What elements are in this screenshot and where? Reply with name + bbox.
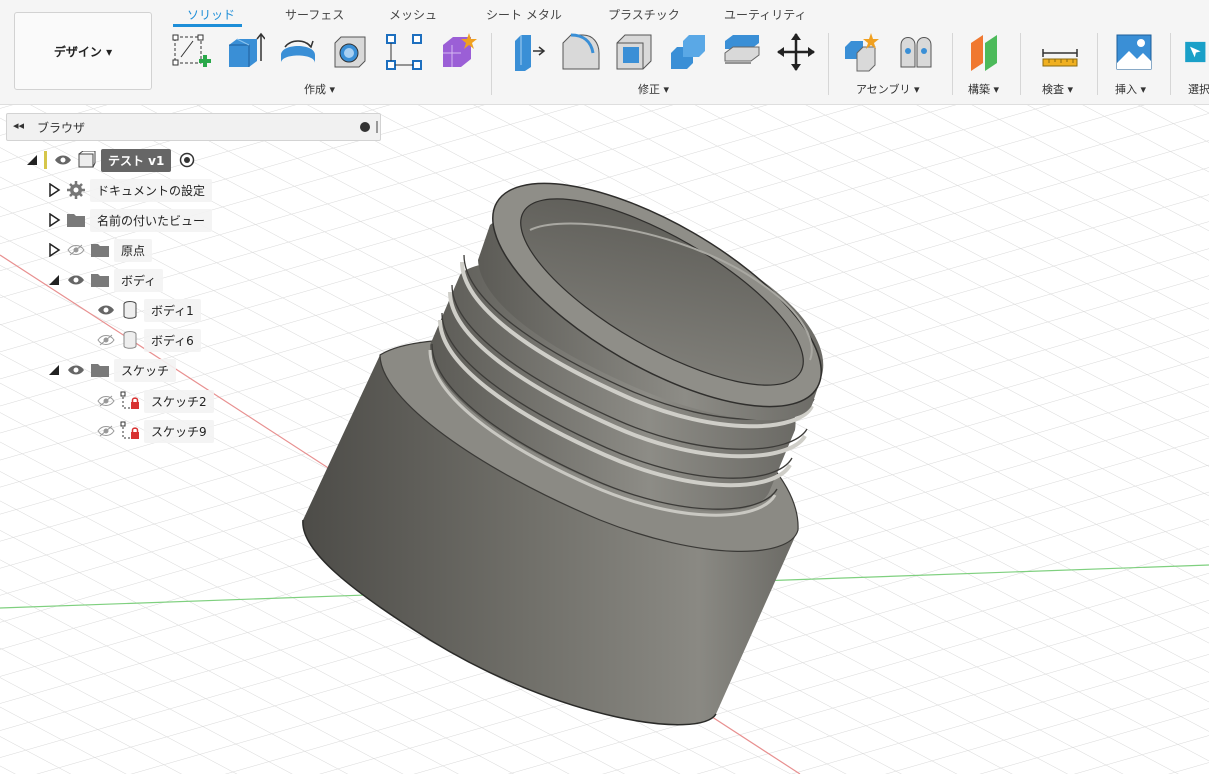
divider <box>1170 33 1171 95</box>
combine-icon[interactable] <box>666 30 710 74</box>
tree-item-sketches[interactable]: スケッチ <box>46 358 177 382</box>
expand-triangle-icon[interactable] <box>46 242 62 258</box>
divider <box>828 33 829 95</box>
panel-options-icon[interactable] <box>360 122 370 132</box>
visibility-hidden-icon[interactable] <box>96 330 116 350</box>
tree-item-label: ボディ6 <box>144 328 201 352</box>
tree-item-origin[interactable]: 原点 <box>46 238 153 262</box>
tree-item-label: ボディ1 <box>144 298 201 322</box>
divider <box>952 33 953 95</box>
press-pull-icon[interactable] <box>506 30 550 74</box>
tree-item-body1[interactable]: ボディ1 <box>96 298 201 322</box>
tab-mesh[interactable]: メッシュ <box>389 6 437 23</box>
insert-image-icon[interactable] <box>1112 30 1156 74</box>
visibility-hidden-icon[interactable] <box>96 421 116 441</box>
create-menu[interactable]: 作成 ▾ <box>304 81 335 97</box>
sketch-locked-icon <box>120 391 140 411</box>
folder-icon <box>90 270 110 290</box>
construct-menu[interactable]: 構築 ▾ <box>968 81 999 97</box>
tree-item-body6[interactable]: ボディ6 <box>96 328 201 352</box>
tree-item-label: スケッチ <box>114 358 177 382</box>
folder-icon <box>90 240 110 260</box>
tree-item-sketch9[interactable]: スケッチ9 <box>96 419 214 443</box>
tree-item-label: 原点 <box>114 238 153 262</box>
joint-icon[interactable] <box>894 30 938 74</box>
visibility-eye-icon[interactable] <box>96 300 116 320</box>
tree-item-label: ボディ <box>114 268 164 292</box>
tree-item-sketch2[interactable]: スケッチ2 <box>96 389 214 413</box>
inspect-menu[interactable]: 検査 ▾ <box>1042 81 1073 97</box>
hole-icon[interactable] <box>328 30 372 74</box>
active-marker <box>44 151 47 169</box>
extrude-icon[interactable] <box>222 30 266 74</box>
folder-icon <box>90 360 110 380</box>
tab-surface[interactable]: サーフェス <box>285 6 344 23</box>
activate-radio-icon[interactable] <box>177 150 197 170</box>
tab-sheet-metal[interactable]: シート メタル <box>486 6 562 23</box>
expand-triangle-icon[interactable] <box>46 182 62 198</box>
collapse-triangle-icon[interactable] <box>24 152 40 168</box>
offset-plane-icon[interactable] <box>964 30 1008 74</box>
measure-icon[interactable] <box>1038 30 1082 74</box>
assemble-menu[interactable]: アセンブリ ▾ <box>856 81 919 97</box>
scale-icon[interactable] <box>720 30 764 74</box>
folder-icon <box>66 210 86 230</box>
visibility-eye-icon[interactable] <box>66 360 86 380</box>
move-icon[interactable] <box>774 30 818 74</box>
ribbon-toolbar: デザイン ▾ ソリッド サーフェス メッシュ シート メタル プラスチック ユー… <box>0 0 1209 105</box>
revolve-icon[interactable] <box>276 30 320 74</box>
tree-item-bodies[interactable]: ボディ <box>46 268 164 292</box>
tree-item-label: スケッチ2 <box>144 389 214 413</box>
modify-menu[interactable]: 修正 ▾ <box>638 81 669 97</box>
divider <box>1097 33 1098 95</box>
divider <box>1020 33 1021 95</box>
visibility-eye-icon[interactable] <box>53 150 73 170</box>
collapse-panel-icon[interactable]: ◂◂ <box>13 119 24 132</box>
component-icon <box>77 150 97 170</box>
browser-panel-header: ◂◂ ブラウザ <box>6 113 381 141</box>
body-cylinder-icon <box>120 330 140 350</box>
visibility-eye-icon[interactable] <box>66 270 86 290</box>
panel-resize-handle[interactable] <box>376 121 378 133</box>
create-sketch-icon[interactable] <box>168 30 212 74</box>
new-component-icon[interactable] <box>840 30 884 74</box>
form-icon[interactable] <box>436 30 480 74</box>
tab-utilities[interactable]: ユーティリティ <box>724 6 807 23</box>
workspace-switcher-button[interactable]: デザイン ▾ <box>14 12 152 90</box>
tab-plastic[interactable]: プラスチック <box>608 6 680 23</box>
tree-root[interactable]: テスト v1 <box>24 148 201 172</box>
insert-menu[interactable]: 挿入 ▾ <box>1115 81 1146 97</box>
tree-item-doc-settings[interactable]: ドキュメントの設定 <box>46 178 213 202</box>
sketch-locked-icon <box>120 421 140 441</box>
expand-triangle-icon[interactable] <box>46 212 62 228</box>
tree-item-named-views[interactable]: 名前の付いたビュー <box>46 208 213 232</box>
tree-item-label: スケッチ9 <box>144 419 214 443</box>
divider <box>491 33 492 95</box>
fillet-icon[interactable] <box>558 30 602 74</box>
shell-icon[interactable] <box>612 30 656 74</box>
active-tab-indicator <box>173 24 242 27</box>
collapse-triangle-icon[interactable] <box>46 272 62 288</box>
gear-icon <box>66 180 86 200</box>
tab-solid[interactable]: ソリッド <box>187 6 235 23</box>
browser-title: ブラウザ <box>37 121 86 135</box>
visibility-hidden-icon[interactable] <box>66 240 86 260</box>
collapse-triangle-icon[interactable] <box>46 362 62 378</box>
root-component-label: テスト v1 <box>101 148 172 172</box>
select-menu[interactable]: 選択 <box>1188 81 1209 97</box>
body-cylinder-icon <box>120 300 140 320</box>
select-icon[interactable] <box>1184 30 1209 74</box>
tree-item-label: 名前の付いたビュー <box>90 208 213 232</box>
pattern-icon[interactable] <box>382 30 426 74</box>
visibility-hidden-icon[interactable] <box>96 391 116 411</box>
tree-item-label: ドキュメントの設定 <box>90 178 213 202</box>
